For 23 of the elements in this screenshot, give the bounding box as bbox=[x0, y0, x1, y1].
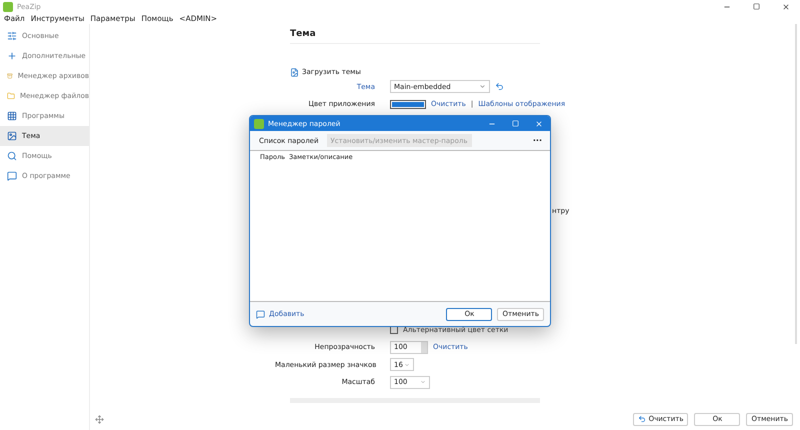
app-logo-icon bbox=[254, 118, 264, 128]
undo-icon bbox=[638, 415, 646, 423]
folder-icon bbox=[7, 91, 15, 101]
file-image-icon bbox=[290, 68, 299, 76]
undo-icon[interactable] bbox=[495, 82, 504, 92]
plus-icon bbox=[7, 51, 17, 61]
close-icon[interactable] bbox=[782, 2, 790, 10]
maximize-icon[interactable] bbox=[753, 2, 760, 10]
page-title: Тема bbox=[290, 29, 540, 44]
speech-bubble-icon bbox=[7, 171, 17, 181]
sliders-icon bbox=[7, 31, 17, 41]
grid-icon bbox=[7, 111, 17, 121]
archive-icon bbox=[7, 71, 13, 81]
more-button[interactable]: ··· bbox=[532, 136, 545, 145]
search-icon bbox=[7, 151, 17, 161]
chevron-down-icon bbox=[479, 83, 486, 90]
chevron-down-icon bbox=[404, 362, 410, 368]
chevron-down-icon bbox=[420, 379, 426, 386]
color-swatch[interactable] bbox=[390, 100, 426, 109]
speech-bubble-icon bbox=[256, 310, 265, 318]
app-logo-icon bbox=[3, 2, 13, 12]
picture-frame-icon bbox=[7, 131, 17, 141]
move-icon[interactable] bbox=[95, 415, 104, 424]
